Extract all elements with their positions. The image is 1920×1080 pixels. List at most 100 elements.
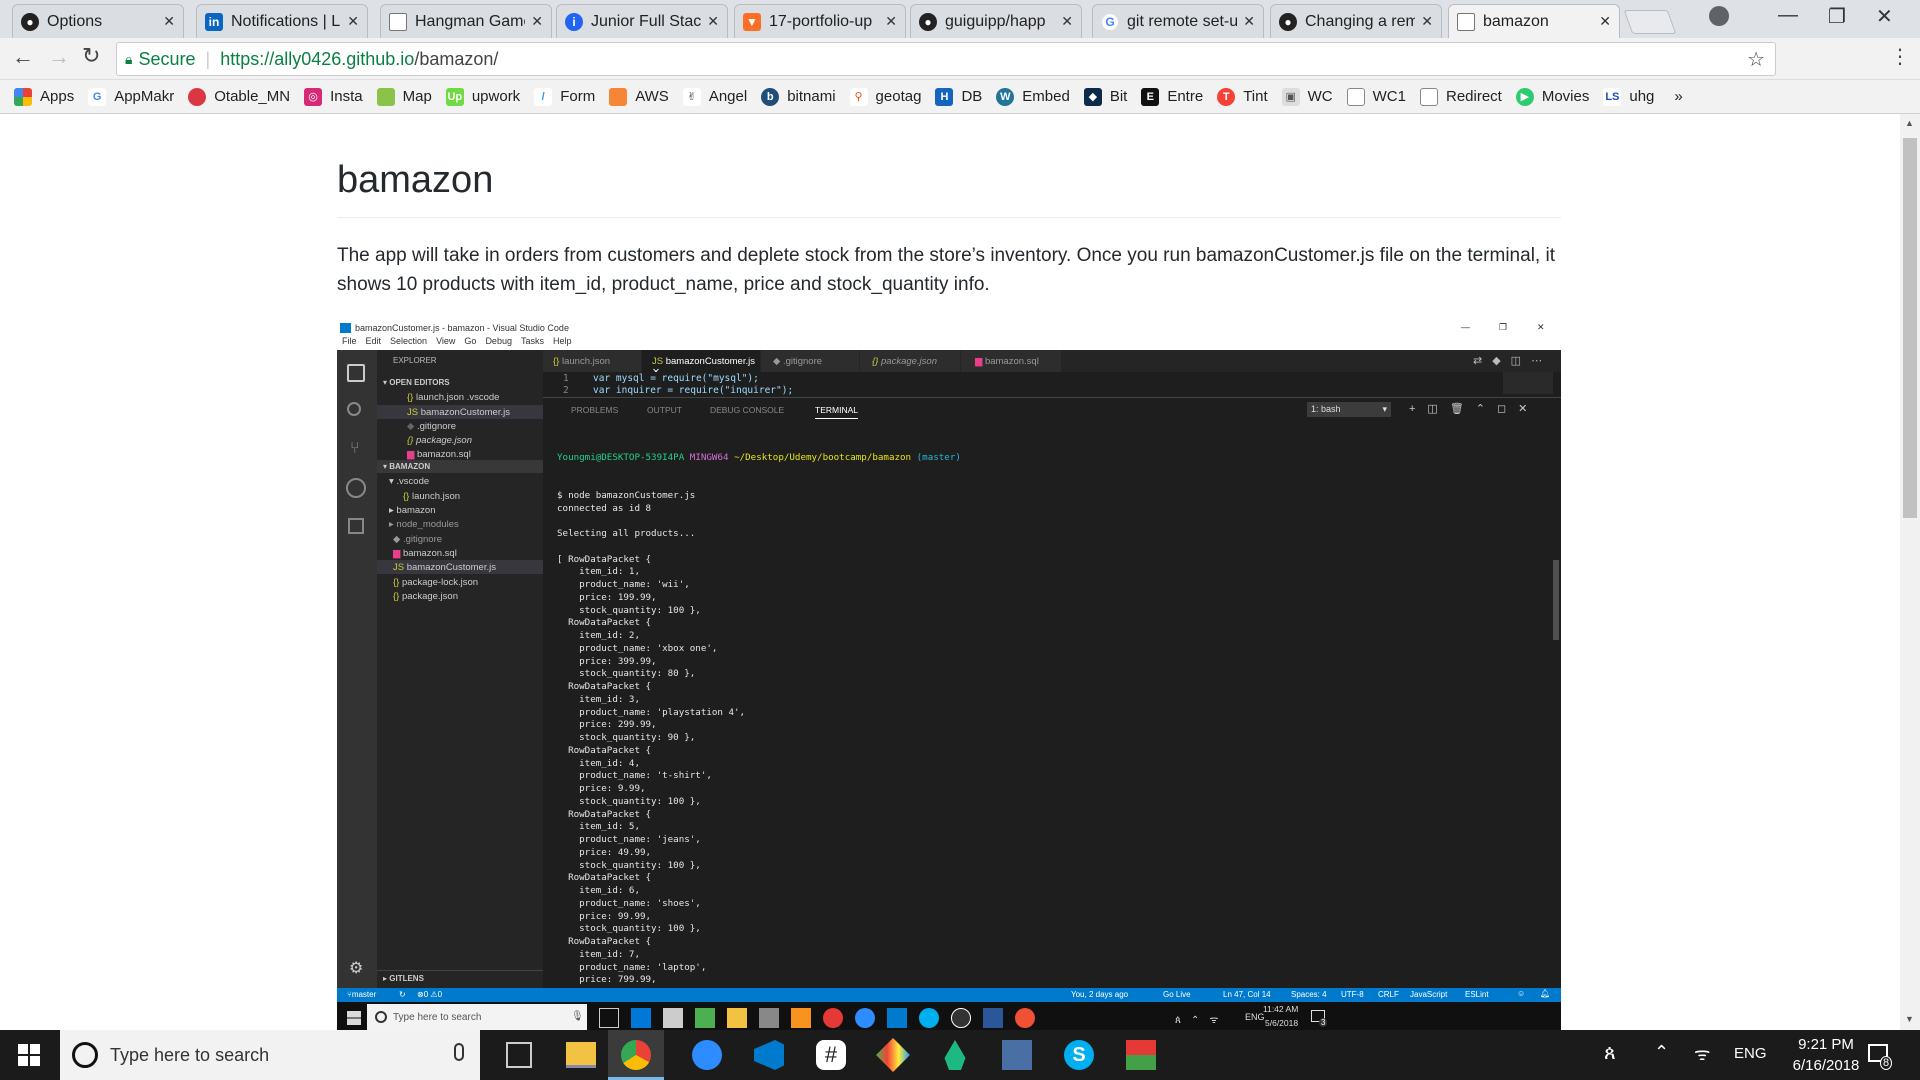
scroll-down-icon[interactable]: ▼ <box>1905 1014 1914 1024</box>
bookmark-insta[interactable]: ◎ Insta <box>304 87 363 106</box>
close-icon[interactable]: ✕ <box>1243 13 1255 30</box>
db-icon: H <box>935 87 954 106</box>
tab-portfolio[interactable]: ▼ 17-portfolio-up ✕ <box>734 4 906 38</box>
maximize-icon[interactable]: ❐ <box>1828 4 1846 29</box>
close-icon[interactable]: ✕ <box>1421 13 1433 30</box>
bookmark-geotag[interactable]: ⚲ geotag <box>849 87 921 106</box>
tab-label: Junior Full Stack <box>591 12 702 30</box>
bookmark-angel[interactable]: ✌ Angel <box>682 87 747 106</box>
slack-icon[interactable]: # <box>816 1040 846 1070</box>
entrepreneur-icon: E <box>1141 87 1160 106</box>
tab-bamazon[interactable]: bamazon ✕ <box>1448 4 1620 38</box>
inner-taskbar: Type here to search 🎙︎ ጰ⌃ᯤ ENG 11:42 AM <box>337 1002 1561 1030</box>
minimize-icon[interactable]: — <box>1778 4 1798 27</box>
tree-label: .gitignore <box>402 534 443 545</box>
tab-changing-remote[interactable]: ● Changing a rem ✕ <box>1270 4 1442 38</box>
bookmark-entre[interactable]: E Entre <box>1141 87 1203 106</box>
more-bookmarks-icon[interactable]: » <box>1674 88 1682 105</box>
close-icon[interactable]: ✕ <box>531 13 543 30</box>
rocket-icon[interactable] <box>944 1040 966 1070</box>
inner-taskbar-apps <box>599 1008 1035 1028</box>
indent-status: Spaces: 4 <box>1291 990 1327 999</box>
bookmark-otable[interactable]: Otable_MN <box>188 87 290 106</box>
vscode-icon[interactable] <box>754 1040 784 1070</box>
editor-tab: {} launch.json <box>543 350 641 372</box>
star-icon[interactable]: ☆ <box>1747 47 1765 72</box>
zoom-icon[interactable] <box>692 1040 722 1070</box>
tab-hangman[interactable]: Hangman Game ✕ <box>380 4 552 38</box>
page-scrollbar[interactable]: ▲ ▼ <box>1900 114 1920 1030</box>
bookmark-embed[interactable]: W Embed <box>996 87 1070 106</box>
people-icon[interactable]: ጰ <box>1604 1042 1616 1065</box>
reload-icon[interactable]: ↻ <box>82 43 100 69</box>
forward-icon[interactable]: → <box>48 44 70 70</box>
tree-label: bamazonCustomer.js <box>406 562 496 573</box>
tab-git-remote[interactable]: G git remote set-u ✕ <box>1092 4 1264 38</box>
bookmark-label: Movies <box>1541 88 1590 105</box>
clock-time[interactable]: 9:21 PM <box>1786 1036 1866 1053</box>
new-tab-button[interactable] <box>1623 10 1677 34</box>
form-icon: / <box>534 87 553 106</box>
close-icon[interactable]: ✕ <box>885 13 897 30</box>
close-icon[interactable]: ✕ <box>707 13 719 30</box>
tree-item: {} launch.json <box>403 491 461 502</box>
vscode-status-bar: ⑂master ↻ ⊗0 ⚠0 You, 2 days ago Go Live … <box>337 988 1561 1002</box>
bookmark-apps[interactable]: Apps <box>14 87 74 106</box>
app-icon[interactable] <box>876 1038 910 1072</box>
show-hidden-icons[interactable]: ⌃ <box>1654 1042 1669 1063</box>
bookmark-aws[interactable]: AWS <box>609 87 669 106</box>
bookmark-wc[interactable]: ▣ WC <box>1281 87 1333 106</box>
bookmark-form[interactable]: / Form <box>534 87 595 106</box>
close-window-icon[interactable]: ✕ <box>1876 4 1893 29</box>
bookmark-label: Map <box>402 88 432 105</box>
bookmark-bit[interactable]: ◆ Bit <box>1083 87 1127 106</box>
close-icon[interactable]: ✕ <box>1599 13 1611 30</box>
page-content: bamazon The app will take in orders from… <box>0 114 1900 1030</box>
google-icon: G <box>88 87 107 106</box>
wifi-icon[interactable]: ᯤ <box>1694 1042 1710 1066</box>
bookmark-bitnami[interactable]: b bitnami <box>761 87 836 106</box>
file-explorer-icon[interactable] <box>566 1042 596 1068</box>
close-icon[interactable]: ✕ <box>347 13 359 30</box>
open-editor-label: bamazonCustomer.js <box>420 407 510 418</box>
vscode-editor-tabs: {} launch.json JS bamazonCustomer.js ✕ ◆… <box>543 350 1561 378</box>
tab-guiguipp[interactable]: ● guiguipp/happ ✕ <box>910 4 1082 38</box>
bookmark-uhg[interactable]: LS uhg <box>1603 87 1655 106</box>
profile-icon[interactable] <box>1709 6 1729 26</box>
tab-junior-full-stack[interactable]: i Junior Full Stack ✕ <box>556 4 728 38</box>
tab-notifications[interactable]: in Notifications | L ✕ <box>196 4 368 38</box>
clock-date[interactable]: 6/16/2018 <box>1776 1057 1876 1074</box>
menu-selection: Selection <box>390 336 428 346</box>
bookmark-label: uhg <box>1629 88 1655 105</box>
scroll-up-icon[interactable]: ▲ <box>1905 118 1914 128</box>
bookmark-movies[interactable]: ▶ Movies <box>1515 87 1590 106</box>
bookmark-db[interactable]: H DB <box>935 87 982 106</box>
geotag-icon: ⚲ <box>849 87 868 106</box>
bookmark-appmakr[interactable]: G AppMakr <box>88 87 174 106</box>
skype-icon[interactable]: S <box>1064 1040 1094 1070</box>
menu-icon[interactable]: ⋮ <box>1890 44 1910 69</box>
task-view-icon[interactable] <box>506 1042 532 1068</box>
bell-icon: 🔔︎ <box>1540 989 1551 998</box>
bookmark-map[interactable]: Map <box>376 87 432 106</box>
chrome-taskbar-item[interactable] <box>608 1030 664 1080</box>
app-icon[interactable] <box>1126 1040 1156 1070</box>
close-icon[interactable]: ✕ <box>163 13 175 30</box>
language-indicator[interactable]: ENG <box>1734 1045 1767 1062</box>
back-icon[interactable]: ← <box>12 44 34 70</box>
windows-start-icon[interactable] <box>18 1044 40 1066</box>
scrollbar-thumb[interactable] <box>1903 138 1917 518</box>
close-icon[interactable]: ✕ <box>1061 13 1073 30</box>
bookmark-tint[interactable]: T Tint <box>1217 87 1268 106</box>
bookmark-wc1[interactable]: WC1 <box>1346 87 1406 106</box>
taskbar-search-box[interactable]: Type here to search <box>60 1030 480 1080</box>
app-icon[interactable] <box>1002 1040 1032 1070</box>
bookmark-upwork[interactable]: Up upwork <box>445 87 520 106</box>
tab-options[interactable]: ● Options ✕ <box>12 4 184 38</box>
address-bar[interactable]: 🔒︎ Secure | https://ally0426.github.io /… <box>116 42 1776 76</box>
github-icon: ● <box>1279 12 1297 31</box>
bookmark-redirect[interactable]: Redirect <box>1419 87 1502 106</box>
settings-gear-icon: ⚙ <box>349 960 364 977</box>
store-icon <box>663 1008 683 1028</box>
mic-icon[interactable] <box>454 1043 464 1061</box>
